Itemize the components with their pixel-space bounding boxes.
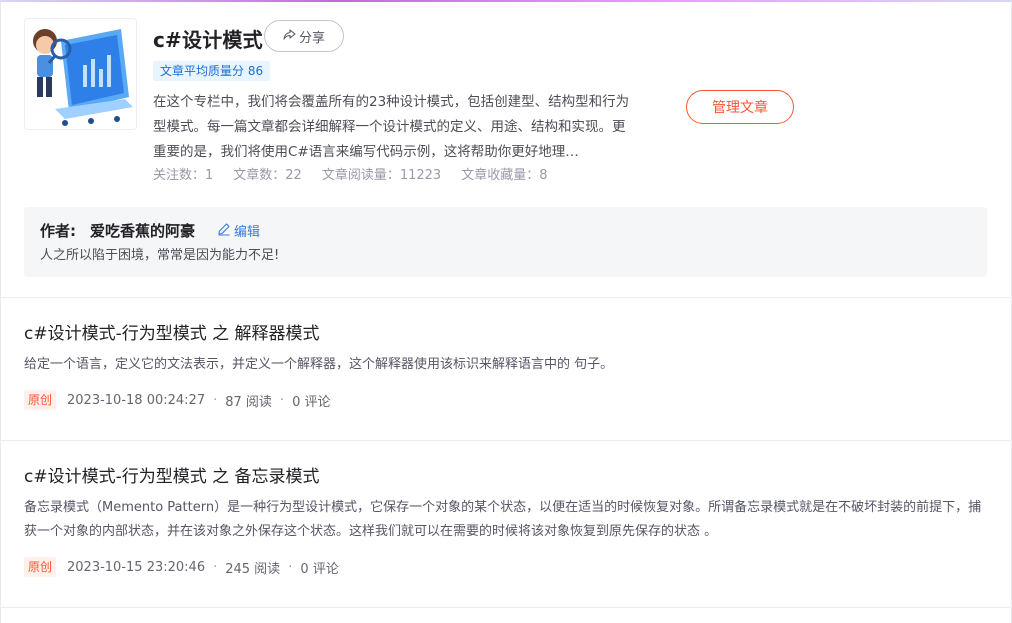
article-divider [0,440,1012,441]
edit-author-link[interactable]: 编辑 [217,221,260,240]
article-item: c#设计模式-行为型模式 之 解释器模式 给定一个语言，定义它的文法表示，并定义… [24,322,984,410]
article-summary: 备忘录模式（Memento Pattern）是一种行为型设计模式，它保存一个对象… [24,500,982,539]
meta-separator: · [279,392,285,408]
favorites-count: 文章收藏量：8 [461,168,548,183]
article-date: 2023-10-18 00:24:27 [67,392,206,408]
articles-count: 文章数：22 [233,168,302,183]
manage-articles-button[interactable]: 管理文章 [686,90,794,124]
column-stats: 关注数：1 文章数：22 文章阅读量：11223 文章收藏量：8 [153,164,547,183]
article-reads: 87 阅读 [225,394,272,410]
author-panel: 作者: 爱吃香蕉的阿豪 编辑 人之所以陷于困境，常常是因为能力不足! [24,207,987,277]
article-title[interactable]: c#设计模式-行为型模式 之 解释器模式 [24,322,984,346]
article-comments[interactable]: 0 评论 [300,558,338,577]
article-comments[interactable]: 0 评论 [292,391,330,410]
author-label: 作者: [40,222,76,240]
article-divider [0,607,1012,608]
quality-score-badge: 文章平均质量分 86 [153,61,271,81]
share-label: 分享 [298,30,325,46]
pencil-icon [217,222,231,240]
column-cover-image [24,18,137,130]
followers-count: 关注数：1 [153,168,214,183]
column-description: 在这个专栏中，我们将会覆盖所有的23种设计模式，包括创建型、结构型和行为型模式。… [153,94,630,160]
share-button[interactable]: 分享 [264,20,344,52]
article-reads: 245 阅读 [225,561,281,577]
article-date: 2023-10-15 23:20:46 [67,559,206,575]
article-item: c#设计模式-行为型模式 之 备忘录模式 备忘录模式（Memento Patte… [24,465,984,577]
article-meta: 原创 2023-10-15 23:20:46 · 245 阅读 · 0 评论 [24,557,984,577]
meta-separator: · [213,392,218,408]
original-badge: 原创 [24,557,57,577]
author-line: 作者: 爱吃香蕉的阿豪 编辑 [40,220,260,241]
author-motto: 人之所以陷于困境，常常是因为能力不足! [40,248,280,263]
original-badge: 原创 [24,390,57,410]
article-summary: 给定一个语言，定义它的文法表示，并定义一个解释器，这个解释器使用该标识来解释语言… [24,357,614,372]
column-title: c#设计模式 [153,28,263,52]
article-title[interactable]: c#设计模式-行为型模式 之 备忘录模式 [24,465,984,489]
reads-count: 文章阅读量：11223 [321,168,442,183]
article-meta: 原创 2023-10-18 00:24:27 · 87 阅读 · 0 评论 [24,390,984,410]
share-icon [283,28,296,45]
edit-label: 编辑 [234,225,261,240]
meta-separator: · [213,559,218,575]
meta-separator: · [288,559,293,575]
section-divider [0,297,1012,298]
author-name[interactable]: 爱吃香蕉的阿豪 [90,220,195,241]
